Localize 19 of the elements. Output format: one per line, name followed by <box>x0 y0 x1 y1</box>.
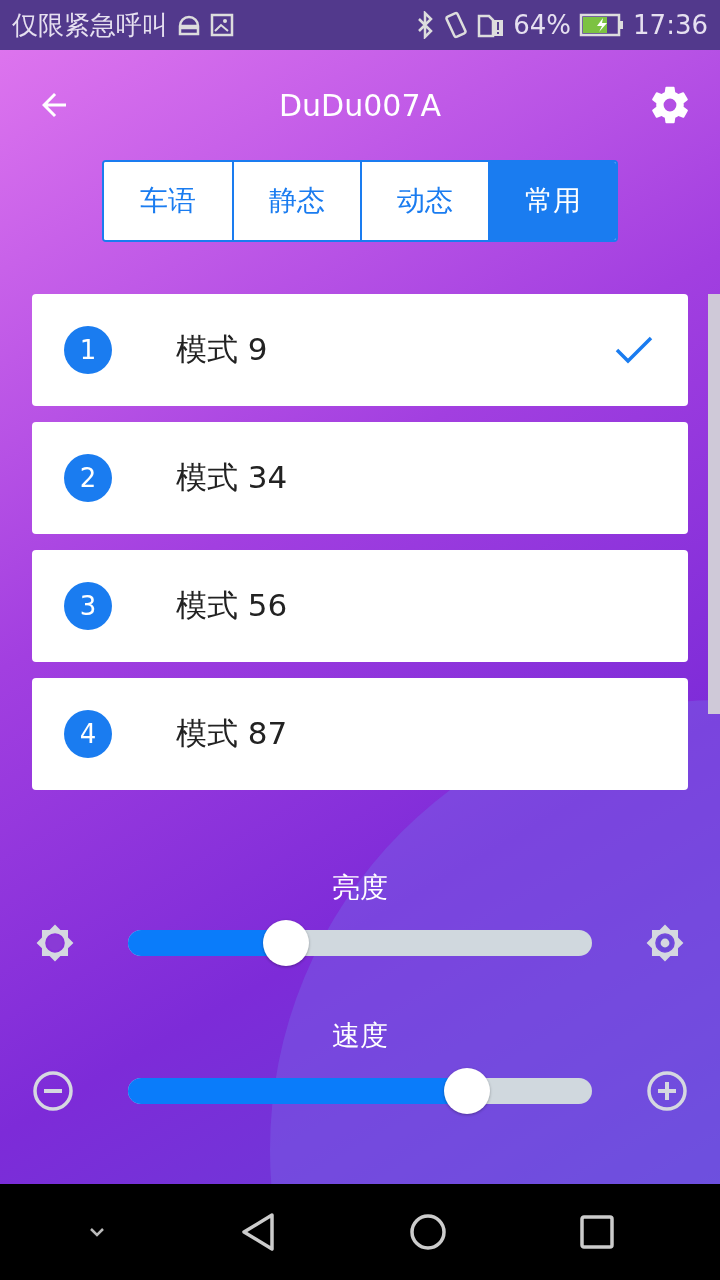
number-badge: 2 <box>64 454 112 502</box>
number-badge: 3 <box>64 582 112 630</box>
mode-card[interactable]: 3 模式 56 <box>32 550 688 662</box>
device-title: DuDu007A <box>279 87 441 123</box>
mode-name: 模式 56 <box>176 586 289 625</box>
number-badge: 4 <box>64 710 112 758</box>
carrier-text: 仅限紧急呼叫 <box>12 8 168 42</box>
slider-label: 速度 <box>332 1018 388 1054</box>
slider-label: 亮度 <box>332 870 388 906</box>
mode-name: 模式 34 <box>176 458 289 497</box>
mode-card[interactable]: 2 模式 34 <box>32 422 688 534</box>
mode-card[interactable]: 4 模式 87 <box>32 678 688 790</box>
number-badge: 1 <box>64 326 112 374</box>
mode-card[interactable]: 1 模式 9 <box>32 294 688 406</box>
clock: 17:36 <box>633 10 708 40</box>
battery-percent: 64% <box>513 10 572 40</box>
mode-name: 模式 87 <box>176 714 289 753</box>
mode-tab[interactable]: 常用 <box>488 162 616 240</box>
mode-name: 模式 9 <box>176 330 269 369</box>
